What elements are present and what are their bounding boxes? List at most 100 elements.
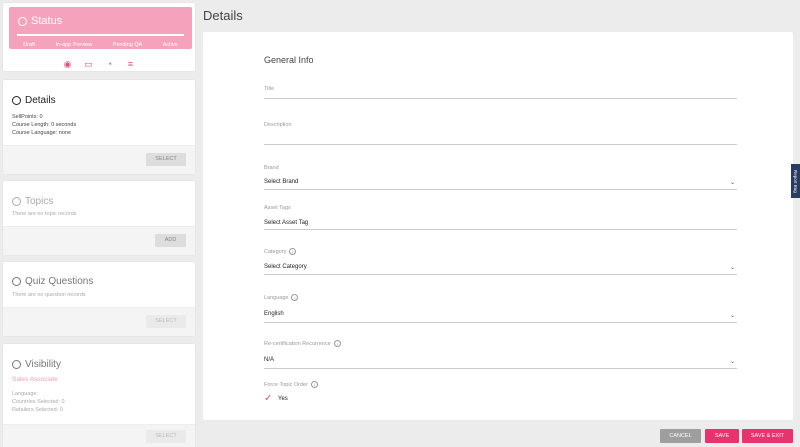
status-step[interactable]: In-app Preview [56,42,93,48]
visibility-info: Language: Countries Selected: 0 Retailer… [12,390,65,414]
asset-tags-label: Asset Tags [264,205,737,211]
save-button[interactable]: SAVE [705,429,739,443]
list-icon[interactable]: ≡ [126,59,136,70]
category-value: Select Category [264,264,307,270]
description-underline [264,144,737,145]
details-footer: SELECT [3,145,195,174]
page-title: Details [203,8,243,23]
category-select[interactable]: Category i Select Category ⌄ [264,248,737,276]
title-field[interactable]: Title [264,86,737,100]
details-form: General Info Title Description Brand Sel… [203,32,793,420]
info-icon[interactable]: i [333,340,341,347]
title-underline [264,98,737,99]
eye-icon[interactable]: ◉ [63,59,73,70]
info-icon[interactable]: i [289,248,297,255]
visibility-line: Language: [12,391,38,397]
visibility-line: Countries Selected: 0 [12,399,65,405]
details-circle-icon [12,96,21,105]
visibility-title-text: Visibility [25,359,61,370]
details-info: SellPoints: 0 Course Length: 0 seconds C… [12,113,76,137]
language-underline [264,322,737,323]
brand-select[interactable]: Brand Select Brand ⌄ [264,165,737,191]
status-progress-fill [17,34,184,36]
language-label-text: Language [264,294,289,301]
quiz-empty-text: There are no question records [12,292,86,298]
chat-icon[interactable]: ▭ [84,59,94,70]
status-step[interactable]: Draft [23,42,35,48]
quiz-title-text: Quiz Questions [25,276,94,287]
details-title-text: Details [25,95,56,106]
status-steps: Draft In-app Preview Pending QA Active [13,42,188,48]
title-label-text: Title [264,86,275,92]
save-and-exit-button[interactable]: SAVE & EXIT [742,429,793,443]
status-circle-icon [18,16,27,26]
recertification-label-text: Re-certification Recurrence [264,340,331,347]
chevron-down-icon: ⌄ [729,313,735,319]
details-title: Details [12,95,56,106]
force-topic-order-value[interactable]: Yes [278,396,288,402]
language-value: English [264,311,284,317]
quiz-footer: SELECT [3,307,195,336]
visibility-card: Visibility Sales Associate Language: Cou… [3,344,195,447]
topics-circle-icon [12,197,21,206]
visibility-footer: SELECT [3,424,195,447]
description-label-text: Description [264,122,292,128]
status-title-text: Status [31,15,63,27]
quiz-card: Quiz Questions There are no question rec… [3,262,195,336]
details-line: Course Length: 0 seconds [12,122,77,128]
asset-tags-label-text: Asset Tags [264,205,291,211]
title-label: Title [264,86,737,92]
topics-title: Topics [12,196,53,207]
asset-tags-value: Select Asset Tag [264,220,309,226]
info-icon[interactable]: i [310,381,318,388]
history-icon[interactable]: ◔ [105,59,115,70]
brand-underline [264,189,737,190]
status-title: Status [18,15,62,27]
visibility-title: Visibility [12,359,61,370]
quiz-title: Quiz Questions [12,276,93,287]
visibility-select-button[interactable]: SELECT [146,430,186,443]
visibility-line: Retailers Selected: 0 [12,407,63,413]
asset-tags-underline [264,229,737,230]
details-line: Course Language: none [12,130,72,136]
brand-value: Select Brand [264,179,299,185]
report-bug-tab[interactable]: Report Bug [791,164,800,198]
details-select-button[interactable]: SELECT [146,153,186,166]
language-select[interactable]: Language i English ⌄ [264,294,737,324]
language-label: Language i [264,294,737,301]
chevron-down-icon: ⌄ [729,180,735,186]
description-field[interactable]: Description [264,122,737,146]
brand-label: Brand [264,165,737,171]
recertification-select[interactable]: Re-certification Recurrence i N/A ⌄ [264,340,737,370]
description-label: Description [264,122,737,128]
checkmark-icon[interactable]: ✓ [264,393,272,404]
asset-tags-field[interactable]: Asset Tags Select Asset Tag [264,205,737,231]
status-header: Status Draft In-app Preview Pending QA A… [9,7,192,49]
sidebar: Status Draft In-app Preview Pending QA A… [0,0,198,447]
force-topic-order-label-text: Force Topic Order [264,381,308,388]
status-progress-track [17,34,184,36]
cancel-button[interactable]: CANCEL [660,429,701,443]
force-topic-order-field: Force Topic Order i [264,381,737,391]
topics-title-text: Topics [25,196,54,207]
quiz-circle-icon [12,277,21,286]
section-header: General Info [264,55,314,65]
info-icon[interactable]: i [291,294,299,301]
details-card: Details SellPoints: 0 Course Length: 0 s… [3,80,195,174]
status-card: Status Draft In-app Preview Pending QA A… [3,3,195,71]
recertification-value: N/A [264,357,275,363]
quiz-select-button[interactable]: SELECT [146,315,186,328]
chevron-down-icon: ⌄ [729,359,735,365]
recertification-underline [264,368,737,369]
force-topic-order-label: Force Topic Order i [264,381,737,388]
topics-empty-text: There are no topic records [12,211,77,217]
category-label-text: Category [264,248,287,255]
category-label: Category i [264,248,737,255]
visibility-audience-link[interactable]: Sales Associate [12,376,58,384]
topics-card: Topics There are no topic records ADD [3,181,195,255]
visibility-circle-icon [12,360,21,369]
chevron-down-icon: ⌄ [729,265,735,271]
topics-add-button[interactable]: ADD [155,234,186,247]
status-step[interactable]: Pending QA [113,42,143,48]
status-step[interactable]: Active [163,42,178,48]
